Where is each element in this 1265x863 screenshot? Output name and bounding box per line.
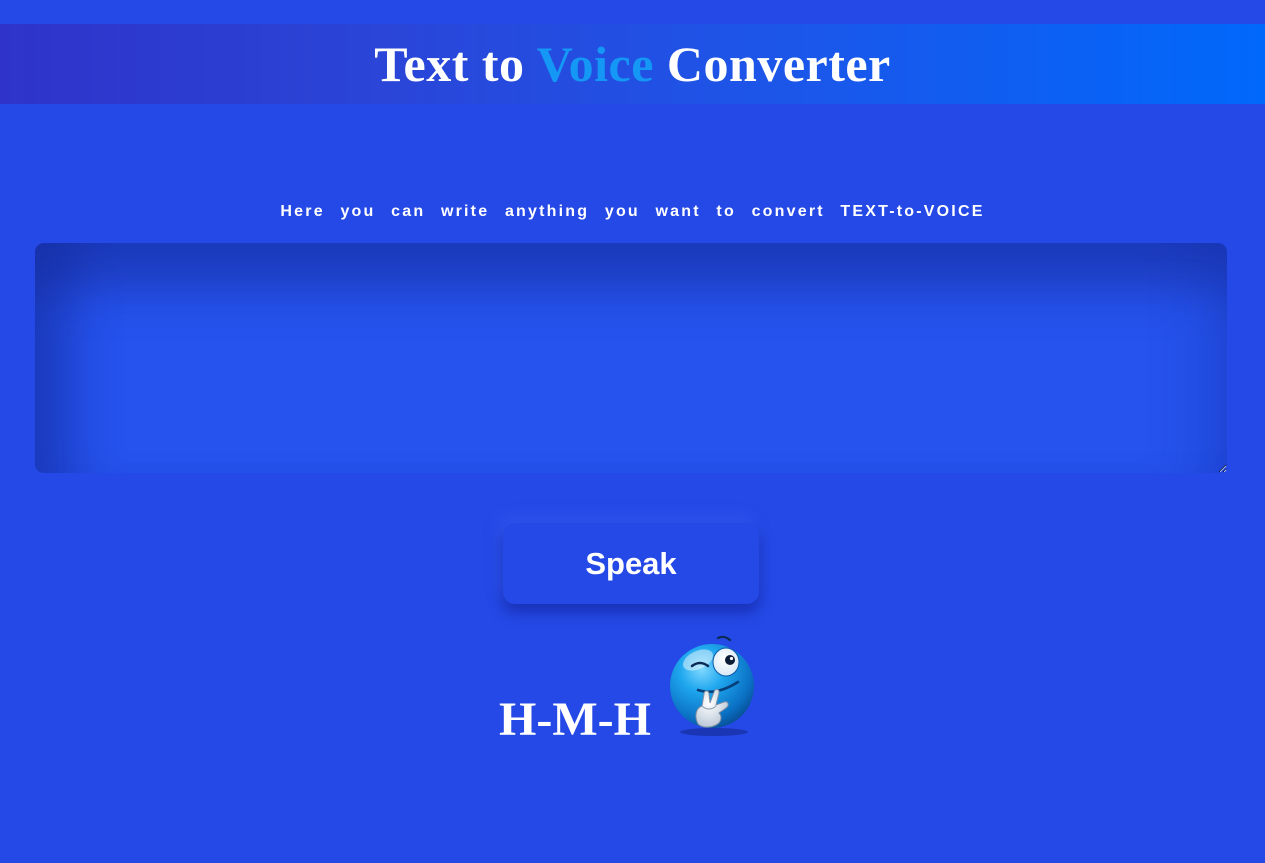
header-bar: Text to Voice Converter [0, 24, 1265, 104]
instruction-text: Here you can write anything you want to … [280, 203, 985, 220]
title-accent-word: Voice [536, 36, 654, 92]
author-signature: H-M-H [499, 693, 651, 746]
title-part-1: Text to [374, 36, 537, 92]
page-title: Text to Voice Converter [374, 35, 891, 93]
winking-smiley-icon [670, 635, 754, 736]
speak-button[interactable]: Speak [503, 523, 759, 604]
title-part-2: Converter [653, 36, 891, 92]
text-to-speak-input[interactable] [35, 243, 1227, 473]
